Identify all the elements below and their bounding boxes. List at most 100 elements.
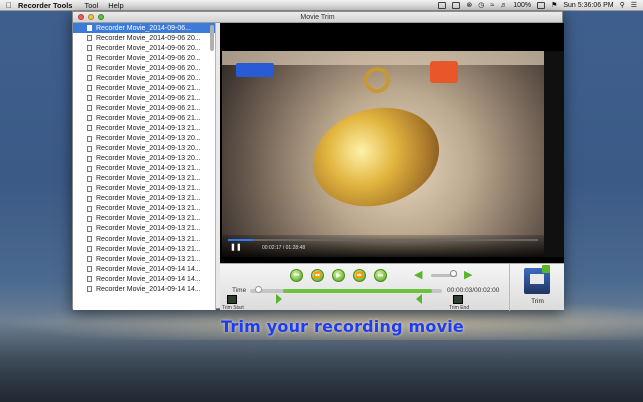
minimize-window-button[interactable] — [88, 14, 94, 20]
play-button[interactable]: ▶ — [332, 269, 345, 282]
movie-file-icon — [87, 195, 92, 202]
pocket-watch-ring — [364, 67, 390, 93]
recorder-status-icon[interactable] — [438, 1, 447, 9]
video-player[interactable]: ❚❚ 00:02:17 / 01:28:48 — [220, 23, 564, 263]
file-name: Recorder Movie_2014-09-14 14... — [96, 275, 201, 283]
screen-status-icon[interactable] — [452, 1, 461, 9]
file-name: Recorder Movie_2014-09-06 21... — [96, 114, 201, 122]
trim-end-marker[interactable] — [416, 294, 422, 304]
movie-file-icon — [87, 205, 92, 212]
file-list-item[interactable]: Recorder Movie_2014-09-13 21... — [73, 174, 215, 184]
file-list-item[interactable]: Recorder Movie_2014-09-06 21... — [73, 103, 215, 113]
file-list-scrollbar[interactable] — [210, 25, 214, 51]
file-list-item[interactable]: Recorder Movie_2014-09-06 21... — [73, 93, 215, 103]
trim-start-icon[interactable] — [227, 295, 237, 304]
file-name: Recorder Movie_2014-09-13 21... — [96, 205, 201, 213]
file-list-item[interactable]: Recorder Movie_2014-09-13 20... — [73, 134, 215, 144]
file-list-item[interactable]: Recorder Movie_2014-09-13 21... — [73, 244, 215, 254]
file-list-item[interactable]: Recorder Movie_2014-09-13 20... — [73, 154, 215, 164]
file-name: Recorder Movie_2014-09-06 20... — [96, 44, 201, 52]
file-list-item[interactable]: Recorder Movie_2014-09-13 20... — [73, 144, 215, 154]
step-back-button[interactable]: ⏪ — [311, 269, 324, 282]
file-list-item[interactable]: Recorder Movie_2014-09-13 21... — [73, 184, 215, 194]
movie-file-icon — [87, 225, 92, 232]
movie-file-icon — [87, 145, 92, 152]
file-name: Recorder Movie_2014-09-06... — [96, 24, 191, 32]
volume-down-icon[interactable]: ◀ — [414, 269, 426, 281]
bluetooth-icon[interactable]: ⊗ — [466, 1, 472, 9]
file-name: Recorder Movie_2014-09-13 21... — [96, 255, 201, 263]
file-name: Recorder Movie_2014-09-06 21... — [96, 84, 201, 92]
time-label: Time — [232, 287, 247, 294]
file-list-item[interactable]: Recorder Movie_2014-09-06 20... — [73, 63, 215, 73]
file-list-item[interactable]: Recorder Movie_2014-09-06 21... — [73, 83, 215, 93]
file-name: Recorder Movie_2014-09-13 20... — [96, 145, 201, 153]
apple-menu-icon[interactable]:  — [0, 1, 18, 10]
time-slider-knob[interactable] — [255, 286, 262, 293]
movie-file-icon — [87, 105, 92, 112]
file-list-item[interactable]: Recorder Movie_2014-09-14 14... — [73, 264, 215, 274]
step-forward-button[interactable]: ⏩ — [353, 269, 366, 282]
movie-file-icon — [87, 125, 92, 132]
movie-file-icon — [87, 25, 92, 32]
movie-trim-window: Movie Trim Recorder Movie_2014-09-06... R… — [72, 11, 564, 311]
zoom-window-button[interactable] — [98, 14, 104, 20]
file-list-item[interactable]: Recorder Movie_2014-09-13 21... — [73, 234, 215, 244]
notification-center-icon[interactable]: ☰ — [631, 1, 637, 9]
file-name: Recorder Movie_2014-09-06 20... — [96, 54, 201, 62]
file-list[interactable]: Recorder Movie_2014-09-06... Recorder Mov… — [73, 23, 216, 310]
file-name: Recorder Movie_2014-09-13 20... — [96, 155, 201, 163]
file-list-item[interactable]: Recorder Movie_2014-09-06 21... — [73, 113, 215, 123]
video-progress-bar[interactable] — [228, 239, 538, 241]
file-name: Recorder Movie_2014-09-13 21... — [96, 185, 201, 193]
file-list-item[interactable]: Recorder Movie_2014-09-13 21... — [73, 123, 215, 133]
file-list-item[interactable]: Recorder Movie_2014-09-13 21... — [73, 224, 215, 234]
file-list-item[interactable]: Recorder Movie_2014-09-13 21... — [73, 194, 215, 204]
file-list-item[interactable]: Recorder Movie_2014-09-13 21... — [73, 214, 215, 224]
file-list-item[interactable]: Recorder Movie_2014-09-06... — [73, 23, 215, 34]
movie-file-icon — [87, 266, 92, 273]
movie-file-icon — [87, 286, 92, 293]
time-counter: 00:00:03/00:02:00 — [447, 287, 500, 294]
volume-icon[interactable]: ♬ — [500, 2, 507, 9]
file-list-item[interactable]: Recorder Movie_2014-09-06 20... — [73, 33, 215, 43]
forward-end-button[interactable]: ⏭ — [374, 269, 387, 282]
trim-end-icon[interactable] — [453, 295, 463, 304]
file-list-item[interactable]: Recorder Movie_2014-09-13 21... — [73, 204, 215, 214]
movie-file-icon — [87, 155, 92, 162]
trim-start-marker[interactable] — [276, 294, 282, 304]
movie-file-icon — [87, 45, 92, 52]
file-name: Recorder Movie_2014-09-13 21... — [96, 235, 201, 243]
trim-icon[interactable] — [524, 265, 550, 294]
file-list-item[interactable]: Recorder Movie_2014-09-14 14... — [73, 274, 215, 284]
menu-help[interactable]: Help — [108, 1, 123, 10]
time-machine-icon[interactable]: ◷ — [478, 1, 484, 9]
file-name: Recorder Movie_2014-09-13 20... — [96, 135, 201, 143]
trim-button-label: Trim — [531, 298, 544, 305]
file-list-item[interactable]: Recorder Movie_2014-09-13 21... — [73, 254, 215, 264]
flag-icon[interactable]: ⚑ — [551, 1, 557, 9]
file-list-item[interactable]: Recorder Movie_2014-09-13 21... — [73, 164, 215, 174]
volume-up-icon[interactable]: ▶ — [464, 269, 476, 281]
battery-percent: 100% — [513, 1, 532, 9]
video-pause-icon[interactable]: ❚❚ — [230, 243, 242, 251]
time-slider[interactable] — [250, 289, 442, 293]
movie-file-icon — [87, 75, 92, 82]
battery-icon[interactable] — [537, 1, 546, 9]
file-list-item[interactable]: Recorder Movie_2014-09-06 20... — [73, 53, 215, 63]
close-window-button[interactable] — [78, 14, 84, 20]
app-menu[interactable]: Recorder Tools — [18, 1, 72, 10]
file-name: Recorder Movie_2014-09-13 21... — [96, 124, 201, 132]
menubar-clock[interactable]: Sun 5:36:06 PM — [563, 2, 613, 9]
file-name: Recorder Movie_2014-09-13 21... — [96, 175, 201, 183]
rewind-start-button[interactable]: ⏮ — [290, 269, 303, 282]
file-list-item[interactable]: Recorder Movie_2014-09-06 20... — [73, 43, 215, 53]
file-list-item[interactable]: Recorder Movie_2014-09-06 20... — [73, 73, 215, 83]
title-bar: Movie Trim — [73, 12, 562, 23]
wifi-icon[interactable]: ≈ — [490, 2, 494, 9]
trim-action[interactable]: Trim — [509, 264, 564, 311]
menu-tool[interactable]: Tool — [84, 1, 98, 10]
movie-file-icon — [87, 135, 92, 142]
spotlight-icon[interactable]: ⚲ — [620, 1, 625, 9]
file-list-item[interactable]: Recorder Movie_2014-09-14 14... — [73, 284, 215, 294]
